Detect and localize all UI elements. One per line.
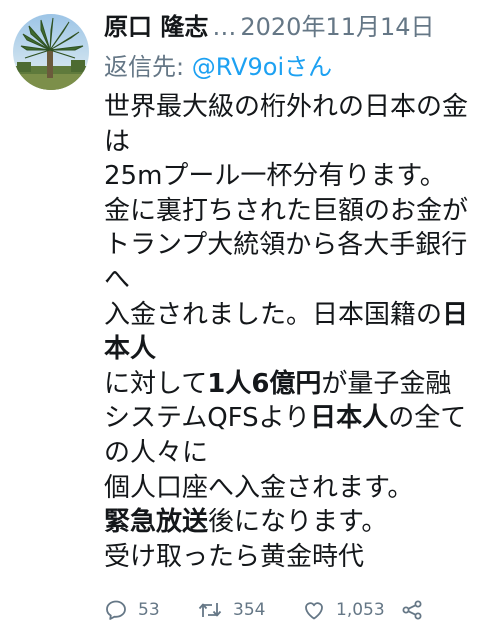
reply-to: 返信先: @RV9oiさん bbox=[104, 50, 332, 84]
reply-to-prefix: 返信先: bbox=[104, 53, 192, 81]
tweet-text-line: トランプ大統領から各大手銀行 bbox=[104, 228, 496, 263]
tweet-date[interactable]: 2020年11月14日 bbox=[240, 13, 434, 41]
tweet-text-line: は bbox=[104, 125, 496, 160]
tweet-text-bold: 緊急放送 bbox=[104, 507, 209, 538]
retweet-button[interactable]: 354 bbox=[197, 592, 265, 628]
heart-icon bbox=[305, 602, 323, 620]
tweet-text-segment: トランプ大統領から各大手銀行 bbox=[104, 230, 468, 261]
tweet-text: 世界最大級の桁外れの日本の金は 25mプール一杯分有ります。 金に裏打ちされた巨額の… bbox=[104, 90, 496, 574]
tweet-text-segment: 金に裏打ちされた巨額のお金が bbox=[104, 195, 469, 226]
tweet-text-segment: 受け取ったら黄金時代 bbox=[104, 541, 365, 572]
share-icon bbox=[402, 600, 422, 620]
tweet-actions: 53 354 1,053 bbox=[104, 592, 494, 628]
tweet-text-segment: 25mプール一杯分有ります。 bbox=[104, 161, 446, 192]
avatar[interactable] bbox=[13, 14, 89, 90]
tweet-text-line: 受け取ったら黄金時代 bbox=[104, 540, 496, 575]
tweet-text-line: の人々に bbox=[104, 436, 496, 471]
reply-to-suffix[interactable]: さん bbox=[284, 53, 332, 81]
tweet-text-bold: 日 bbox=[442, 299, 469, 330]
tweet-text-line: 本人 bbox=[104, 332, 496, 367]
reply-icon bbox=[106, 600, 126, 620]
name-ellipsis: … bbox=[212, 13, 237, 41]
tweet-text-bold: 日本人 bbox=[310, 403, 389, 434]
tweet[interactable]: 原口 隆志… 2020年11月14日 返信先: @RV9oiさん 世界最大級の桁外… bbox=[0, 0, 500, 637]
tweet-text-line: システムQFSより日本人の全て bbox=[104, 401, 496, 436]
tweet-text-line: に対して1人6億円が量子金融 bbox=[104, 367, 496, 402]
tweet-text-segment: 個人口座へ入金されます。 bbox=[104, 472, 414, 503]
tweet-text-segment: の全て bbox=[388, 403, 467, 434]
tweet-header: 原口 隆志… 2020年11月14日 bbox=[104, 10, 494, 44]
tweet-text-line: 金に裏打ちされた巨額のお金が bbox=[104, 194, 496, 229]
retweet-count: 354 bbox=[233, 600, 266, 620]
tweet-text-line: 緊急放送後になります。 bbox=[104, 505, 496, 540]
like-button[interactable]: 1,053 bbox=[302, 592, 385, 628]
tweet-text-bold: 本人 bbox=[104, 334, 157, 365]
tweet-text-line: 25mプール一杯分有ります。 bbox=[104, 159, 496, 194]
tweet-text-segment: に対して bbox=[104, 368, 208, 399]
avatar-image bbox=[13, 14, 89, 90]
retweet-icon bbox=[198, 603, 222, 617]
tweet-text-line: 入金されました。日本国籍の日 bbox=[104, 298, 496, 333]
tweet-text-line: 世界最大級の桁外れの日本の金 bbox=[104, 90, 496, 125]
tweet-text-segment: は bbox=[104, 126, 131, 157]
reply-count: 53 bbox=[138, 600, 160, 620]
tweet-text-bold: 1人6億円 bbox=[207, 368, 322, 399]
reply-to-handle[interactable]: @RV9oi bbox=[192, 53, 284, 81]
tweet-text-line: へ bbox=[104, 263, 496, 298]
display-name[interactable]: 原口 隆志 bbox=[104, 13, 208, 41]
tweet-text-segment: の人々に bbox=[104, 437, 209, 468]
tweet-text-segment: へ bbox=[104, 264, 131, 295]
tweet-text-segment: 後になります。 bbox=[208, 507, 388, 538]
tweet-text-line: 個人口座へ入金されます。 bbox=[104, 471, 496, 506]
tweet-text-segment: システムQFSより bbox=[104, 403, 311, 434]
share-button[interactable] bbox=[400, 592, 424, 628]
tweet-text-segment: 世界最大級の桁外れの日本の金 bbox=[104, 92, 469, 122]
like-count: 1,053 bbox=[336, 600, 385, 620]
tweet-text-segment: が量子金融 bbox=[321, 368, 452, 399]
reply-button[interactable]: 53 bbox=[104, 592, 160, 628]
tweet-text-segment: 入金されました。日本国籍の bbox=[104, 299, 443, 330]
